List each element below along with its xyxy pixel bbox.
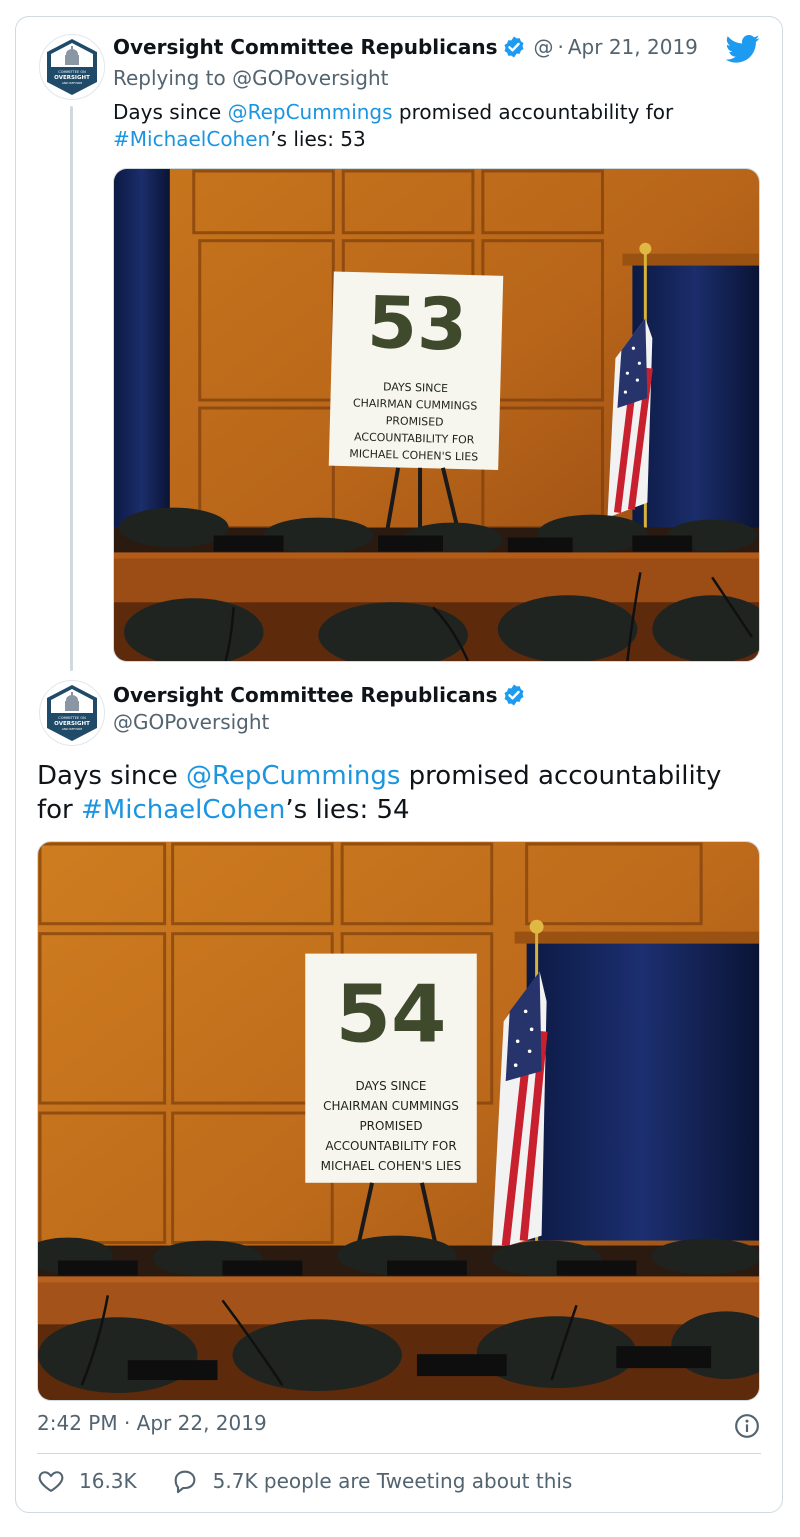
tweet-text-segment: Days since (113, 100, 228, 124)
reply-author-row: Oversight Committee Republicans @ · Apr … (113, 35, 698, 59)
mention-link[interactable]: @RepCummings (228, 100, 393, 124)
sign-line: DAYS SINCE (356, 1079, 427, 1093)
author-avatar[interactable]: COMMITTEE ON OVERSIGHT AND REFORM (39, 34, 105, 100)
sign-line: PROMISED (359, 1119, 422, 1133)
main-tweet-photo[interactable]: 54 DAYS SINCE CHAIRMAN CUMMINGS PROMISED… (37, 841, 760, 1401)
reply-author-name[interactable]: Oversight Committee Republicans (113, 35, 498, 59)
tweet-timestamp[interactable]: 2:42 PM · Apr 22, 2019 (37, 1411, 267, 1435)
tweet-text-segment: ’s lies: 53 (270, 127, 366, 151)
sign-line: MICHAEL COHEN'S LIES (321, 1159, 462, 1173)
tweeting-about-link[interactable]: 5.7K people are Tweeting about this (171, 1467, 573, 1495)
tweet-actions: 16.3K 5.7K people are Tweeting about thi… (37, 1467, 572, 1495)
reply-tweet-photo[interactable]: 53 DAYS SINCE CHAIRMAN CUMMINGS PROMISED… (113, 168, 760, 662)
reply-tweet-text: Days since @RepCummings promised account… (113, 99, 753, 153)
oversight-logo-icon: COMMITTEE ON OVERSIGHT AND REFORM (47, 685, 97, 741)
reply-bubble-icon (174, 1470, 196, 1494)
replying-to-label[interactable]: Replying to @GOPoversight (113, 66, 389, 90)
sign-number: 54 (336, 967, 447, 1060)
hashtag-link[interactable]: #MichaelCohen (113, 127, 270, 151)
avatar-text-line: AND REFORM (62, 81, 83, 85)
avatar-text-line: AND REFORM (62, 727, 83, 731)
like-button[interactable]: 16.3K (37, 1467, 137, 1495)
author-avatar[interactable]: COMMITTEE ON OVERSIGHT AND REFORM (39, 680, 105, 746)
separator-dot: · (557, 35, 564, 59)
avatar-text-line: COMMITTEE ON (58, 70, 86, 74)
verified-badge-icon (504, 36, 524, 58)
footer-divider (37, 1453, 761, 1454)
info-icon[interactable] (734, 1413, 760, 1439)
sign-line: DAYS SINCE (383, 380, 448, 395)
tweeting-about-text: 5.7K people are Tweeting about this (212, 1469, 573, 1493)
heart-icon (38, 1471, 64, 1492)
thread-connector-line (70, 106, 73, 671)
avatar-text-line: COMMITTEE ON (58, 716, 86, 720)
hashtag-link[interactable]: #MichaelCohen (81, 795, 285, 825)
tweet-text-segment: promised accountability for (392, 100, 674, 124)
main-author-handle[interactable]: @GOPoversight (113, 710, 269, 734)
hearing-room-photo: 53 DAYS SINCE CHAIRMAN CUMMINGS PROMISED… (114, 169, 759, 661)
verified-badge-icon (504, 684, 524, 706)
sign-line: CHAIRMAN CUMMINGS (323, 1099, 459, 1113)
main-author-name[interactable]: Oversight Committee Republicans (113, 683, 498, 707)
twitter-bird-icon[interactable] (726, 34, 760, 64)
sign-line: ACCOUNTABILITY FOR (325, 1139, 456, 1153)
mention-link[interactable]: @RepCummings (186, 761, 400, 791)
reply-date[interactable]: Apr 21, 2019 (568, 35, 698, 59)
tweet-text-segment: ’s lies: 54 (285, 795, 410, 825)
main-tweet-text: Days since @RepCummings promised account… (37, 759, 762, 827)
oversight-logo-icon: COMMITTEE ON OVERSIGHT AND REFORM (47, 39, 97, 95)
reply-author-handle[interactable]: @ (534, 35, 554, 59)
hearing-room-photo: 54 DAYS SINCE CHAIRMAN CUMMINGS PROMISED… (38, 842, 759, 1400)
main-author-row: Oversight Committee Republicans (113, 683, 526, 707)
tweet-text-segment: Days since (37, 761, 186, 791)
sign-line: PROMISED (386, 414, 444, 429)
like-count: 16.3K (79, 1469, 137, 1493)
sign-number: 53 (366, 280, 468, 367)
